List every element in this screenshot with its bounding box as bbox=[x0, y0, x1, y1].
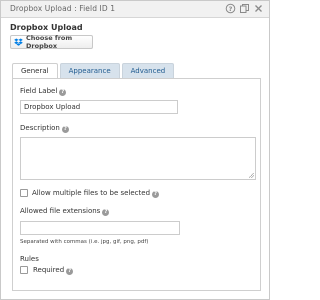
svg-text:?: ? bbox=[229, 5, 233, 13]
titlebar-icons: ? bbox=[225, 3, 264, 14]
resize-grip-icon[interactable] bbox=[249, 173, 254, 178]
field-label-title: Field Label? bbox=[20, 87, 67, 96]
settings-tabs: General Appearance Advanced bbox=[12, 63, 175, 79]
extensions-title: Allowed file extensions? bbox=[20, 207, 110, 216]
required-checkbox[interactable] bbox=[20, 266, 28, 274]
description-label-text: Description bbox=[20, 124, 60, 132]
close-icon[interactable] bbox=[253, 3, 264, 14]
tab-advanced[interactable]: Advanced bbox=[121, 63, 175, 78]
field-label-value: Dropbox Upload bbox=[24, 103, 81, 111]
general-tab-content: Field Label? Dropbox Upload Description?… bbox=[12, 78, 261, 291]
field-label-text: Field Label bbox=[20, 87, 58, 95]
description-textarea[interactable] bbox=[20, 137, 256, 180]
field-label-help-icon[interactable]: ? bbox=[59, 89, 67, 96]
field-titlebar[interactable]: Dropbox Upload : Field ID 1 ? bbox=[1, 1, 269, 18]
required-label: Required bbox=[33, 266, 65, 274]
extensions-note: Separated with commas (i.e. jpg, gif, pn… bbox=[20, 239, 149, 245]
dropbox-icon bbox=[14, 38, 23, 46]
multiple-files-title: Allow multiple files to be selected? bbox=[32, 189, 160, 198]
tab-appearance[interactable]: Appearance bbox=[59, 63, 120, 78]
required-title: Required? bbox=[33, 266, 74, 275]
field-type-title: Dropbox Upload bbox=[10, 23, 83, 32]
field-settings-panel: Dropbox Upload : Field ID 1 ? Dropbox Up… bbox=[0, 0, 270, 300]
description-help-icon[interactable]: ? bbox=[61, 126, 69, 133]
multiple-files-label: Allow multiple files to be selected bbox=[32, 189, 151, 197]
choose-from-dropbox-label: Choose from Dropbox bbox=[26, 34, 73, 50]
rules-title: Rules bbox=[20, 255, 39, 263]
duplicate-icon[interactable] bbox=[239, 3, 250, 14]
field-label-input[interactable]: Dropbox Upload bbox=[20, 100, 178, 114]
choose-from-dropbox-button[interactable]: Choose from Dropbox bbox=[10, 34, 93, 50]
extensions-input[interactable] bbox=[20, 221, 180, 235]
help-icon[interactable]: ? bbox=[225, 3, 236, 14]
multiple-files-help-icon[interactable]: ? bbox=[152, 191, 160, 198]
extensions-help-icon[interactable]: ? bbox=[102, 209, 110, 216]
tab-general[interactable]: General bbox=[12, 63, 58, 79]
extensions-label-text: Allowed file extensions bbox=[20, 207, 101, 215]
description-title: Description? bbox=[20, 124, 69, 133]
field-titlebar-text: Dropbox Upload : Field ID 1 bbox=[10, 4, 116, 13]
multiple-files-checkbox[interactable] bbox=[20, 189, 28, 197]
required-help-icon[interactable]: ? bbox=[66, 268, 74, 275]
